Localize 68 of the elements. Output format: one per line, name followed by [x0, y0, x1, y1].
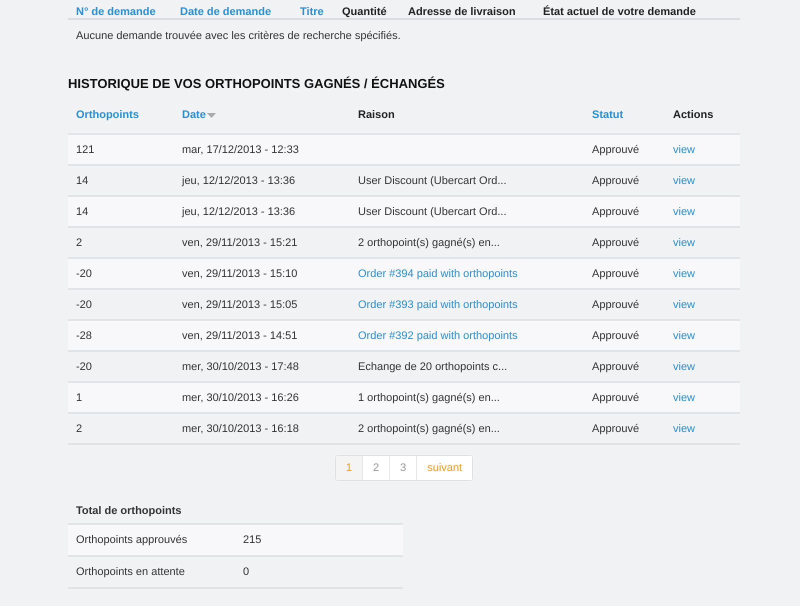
column-header[interactable]: Date — [182, 109, 358, 121]
table-cell-text: 2 — [76, 236, 84, 248]
column-header: État actuel de votre demande — [543, 6, 697, 18]
reason-link[interactable]: Order #393 paid with orthopoints — [358, 298, 518, 310]
view-link[interactable]: view — [673, 236, 696, 248]
column-header: Actions — [673, 109, 714, 121]
column-header[interactable]: Orthopoints — [76, 109, 182, 121]
table-cell-text: jeu, 12/12/2013 - 13:36 — [182, 206, 296, 218]
table-cell-text: 121 — [76, 144, 96, 156]
table-cell-text: Approuvé — [592, 144, 640, 156]
table-cell-text: Approuvé — [592, 174, 640, 186]
table-cell-text: User Discount (Ubercart Ord... — [358, 206, 508, 218]
table-cell-text: ven, 29/11/2013 - 14:51 — [182, 330, 298, 342]
section-title: HISTORIQUE DE VOS ORTHOPOINTS GAGNÉS / ÉCHANGÉS — [68, 76, 446, 91]
table-cell-text: -28 — [76, 330, 93, 342]
table-cell-text: -20 — [76, 268, 93, 280]
table-cell-text: -20 — [76, 298, 93, 310]
table-cell-text: ven, 29/11/2013 - 15:21 — [182, 236, 298, 248]
table-cell-text: 1 orthopoint(s) gagné(s) en... — [358, 392, 501, 404]
view-link[interactable]: view — [673, 268, 696, 280]
empty-message: Aucune demande trouvée avec les critères de recherche spécifiés. — [75, 29, 402, 44]
table-cell-text: Approuvé — [592, 330, 640, 342]
column-header: Quantité — [342, 6, 388, 18]
view-link[interactable]: view — [673, 174, 696, 186]
sort-arrow-icon — [206, 112, 216, 118]
view-link[interactable]: view — [673, 392, 696, 404]
table-cell-text: mer, 30/10/2013 - 16:18 — [182, 422, 300, 434]
table-cell-text: Echange de 20 orthopoints c... — [358, 360, 508, 372]
table-cell-text: 215 — [243, 534, 262, 546]
view-link[interactable]: view — [673, 206, 696, 218]
table-cell-text: Approuvé — [592, 298, 640, 310]
table-cell-text: Approuvé — [592, 206, 640, 218]
table-cell-text: ven, 29/11/2013 - 15:05 — [182, 298, 298, 310]
table-cell-text: Approuvé — [592, 392, 640, 404]
table-cell-text: User Discount (Ubercart Ord... — [358, 174, 508, 186]
table-cell-text: mer, 30/10/2013 - 17:48 — [182, 360, 300, 372]
view-link[interactable]: view — [673, 144, 696, 156]
table-cell-text: -20 — [76, 360, 93, 372]
table-cell-text: 14 — [76, 206, 90, 218]
table-cell-text: Orthopoints en attente — [76, 566, 186, 578]
column-header: Raison — [358, 109, 396, 121]
reason-link[interactable]: Order #392 paid with orthopoints — [358, 330, 518, 342]
table-cell-text: 2 orthopoint(s) gagné(s) en... — [358, 422, 501, 434]
reason-link[interactable]: Order #394 paid with orthopoints — [358, 268, 518, 280]
column-header[interactable]: Statut — [592, 109, 673, 121]
column-header[interactable]: Date de demande — [180, 6, 300, 18]
table-cell-text: mar, 17/12/2013 - 12:33 — [182, 144, 300, 156]
view-link[interactable]: view — [673, 422, 696, 434]
column-header[interactable]: Titre — [300, 6, 342, 18]
page-link[interactable]: 1 — [336, 456, 363, 480]
table-cell-text: Approuvé — [592, 422, 640, 434]
table-cell-text: 14 — [76, 174, 90, 186]
table-cell-text: mer, 30/10/2013 - 16:26 — [182, 392, 300, 404]
column-header[interactable]: N° de demande — [76, 6, 180, 18]
view-link[interactable]: view — [673, 330, 696, 342]
table-cell-text: jeu, 12/12/2013 - 13:36 — [182, 174, 296, 186]
table-cell-text: ven, 29/11/2013 - 15:10 — [182, 268, 298, 280]
view-link[interactable]: view — [673, 360, 696, 372]
table-cell-text: Approuvé — [592, 236, 640, 248]
table-cell-text: 2 — [76, 422, 84, 434]
table-cell-text: 2 orthopoint(s) gagné(s) en... — [358, 236, 501, 248]
table-cell-text: 1 — [76, 392, 84, 404]
view-link[interactable]: view — [673, 298, 696, 310]
table-cell-text: Approuvé — [592, 360, 640, 372]
table-cell-text: Approuvé — [592, 268, 640, 280]
table-cell-text: 0 — [243, 566, 250, 578]
column-header: Adresse de livraison — [408, 6, 517, 18]
table-cell-text: Orthopoints approuvés — [76, 534, 188, 546]
